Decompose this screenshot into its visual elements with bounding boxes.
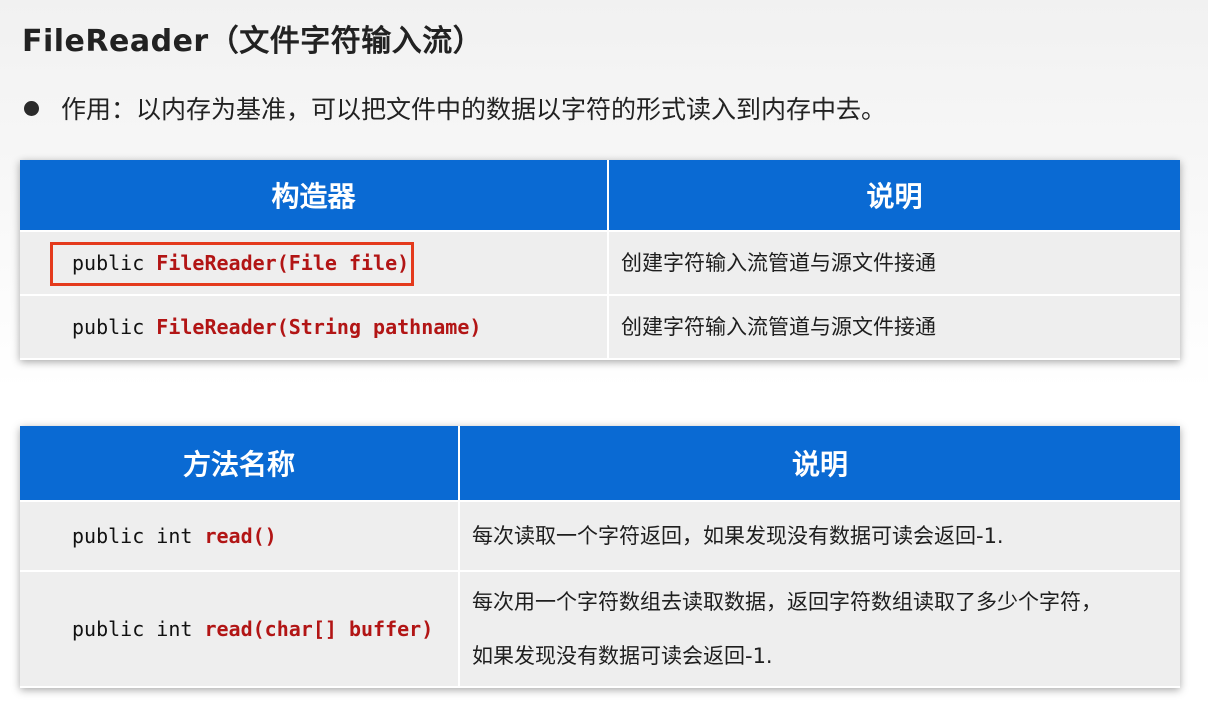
table-header-row: 构造器 说明	[20, 160, 1180, 232]
signature-text: read(char[] buffer)	[204, 617, 434, 641]
table-header-row: 方法名称 说明	[20, 426, 1180, 502]
table-row: public int read() 每次读取一个字符返回，如果发现没有数据可读会…	[20, 501, 1180, 572]
description-line: 每次用一个字符数组去读取数据，返回字符数组读取了多少个字符，	[472, 590, 1102, 614]
header-method-name: 方法名称	[20, 426, 460, 502]
constructor-cell: public FileReader(String pathname)	[20, 295, 609, 360]
description-cell: 创建字符输入流管道与源文件接通	[608, 295, 1180, 360]
modifier-text: public	[72, 315, 145, 339]
description-line: 如果发现没有数据可读会返回-1.	[472, 644, 773, 668]
signature-text: FileReader(File file)	[156, 251, 410, 275]
header-description: 说明	[608, 160, 1180, 232]
constructors-table: 构造器 说明 public FileReader(File file) 创建字符…	[20, 160, 1180, 360]
method-cell: public int read()	[20, 501, 460, 572]
bullet-dot-icon	[24, 100, 39, 116]
header-constructor: 构造器	[20, 160, 609, 232]
bullet-item: 作用：以内存为基准，可以把文件中的数据以字符的形式读入到内存中去。	[24, 90, 886, 126]
bullet-text: 作用：以内存为基准，可以把文件中的数据以字符的形式读入到内存中去。	[61, 95, 887, 124]
page-title: FileReader（文件字符输入流）	[22, 24, 484, 59]
description-line: 每次读取一个字符返回，如果发现没有数据可读会返回-1.	[472, 524, 1004, 548]
constructor-cell: public FileReader(File file)	[20, 231, 609, 296]
modifier-text: public int	[72, 524, 193, 548]
signature-text: FileReader(String pathname)	[156, 315, 482, 339]
description-cell: 创建字符输入流管道与源文件接通	[608, 231, 1180, 296]
table-row: public int read(char[] buffer) 每次用一个字符数组…	[20, 571, 1180, 688]
header-description: 说明	[459, 426, 1180, 502]
modifier-text: public int	[72, 617, 193, 641]
modifier-text: public	[72, 251, 145, 275]
signature-text: read()	[204, 524, 277, 548]
description-cell: 每次读取一个字符返回，如果发现没有数据可读会返回-1.	[459, 501, 1180, 572]
methods-table: 方法名称 说明 public int read() 每次读取一个字符返回，如果发…	[20, 426, 1180, 688]
table-row: public FileReader(File file) 创建字符输入流管道与源…	[20, 231, 1180, 296]
table-row: public FileReader(String pathname) 创建字符输…	[20, 295, 1180, 360]
description-cell: 每次用一个字符数组去读取数据，返回字符数组读取了多少个字符， 如果发现没有数据可…	[459, 571, 1180, 688]
method-cell: public int read(char[] buffer)	[20, 571, 460, 688]
